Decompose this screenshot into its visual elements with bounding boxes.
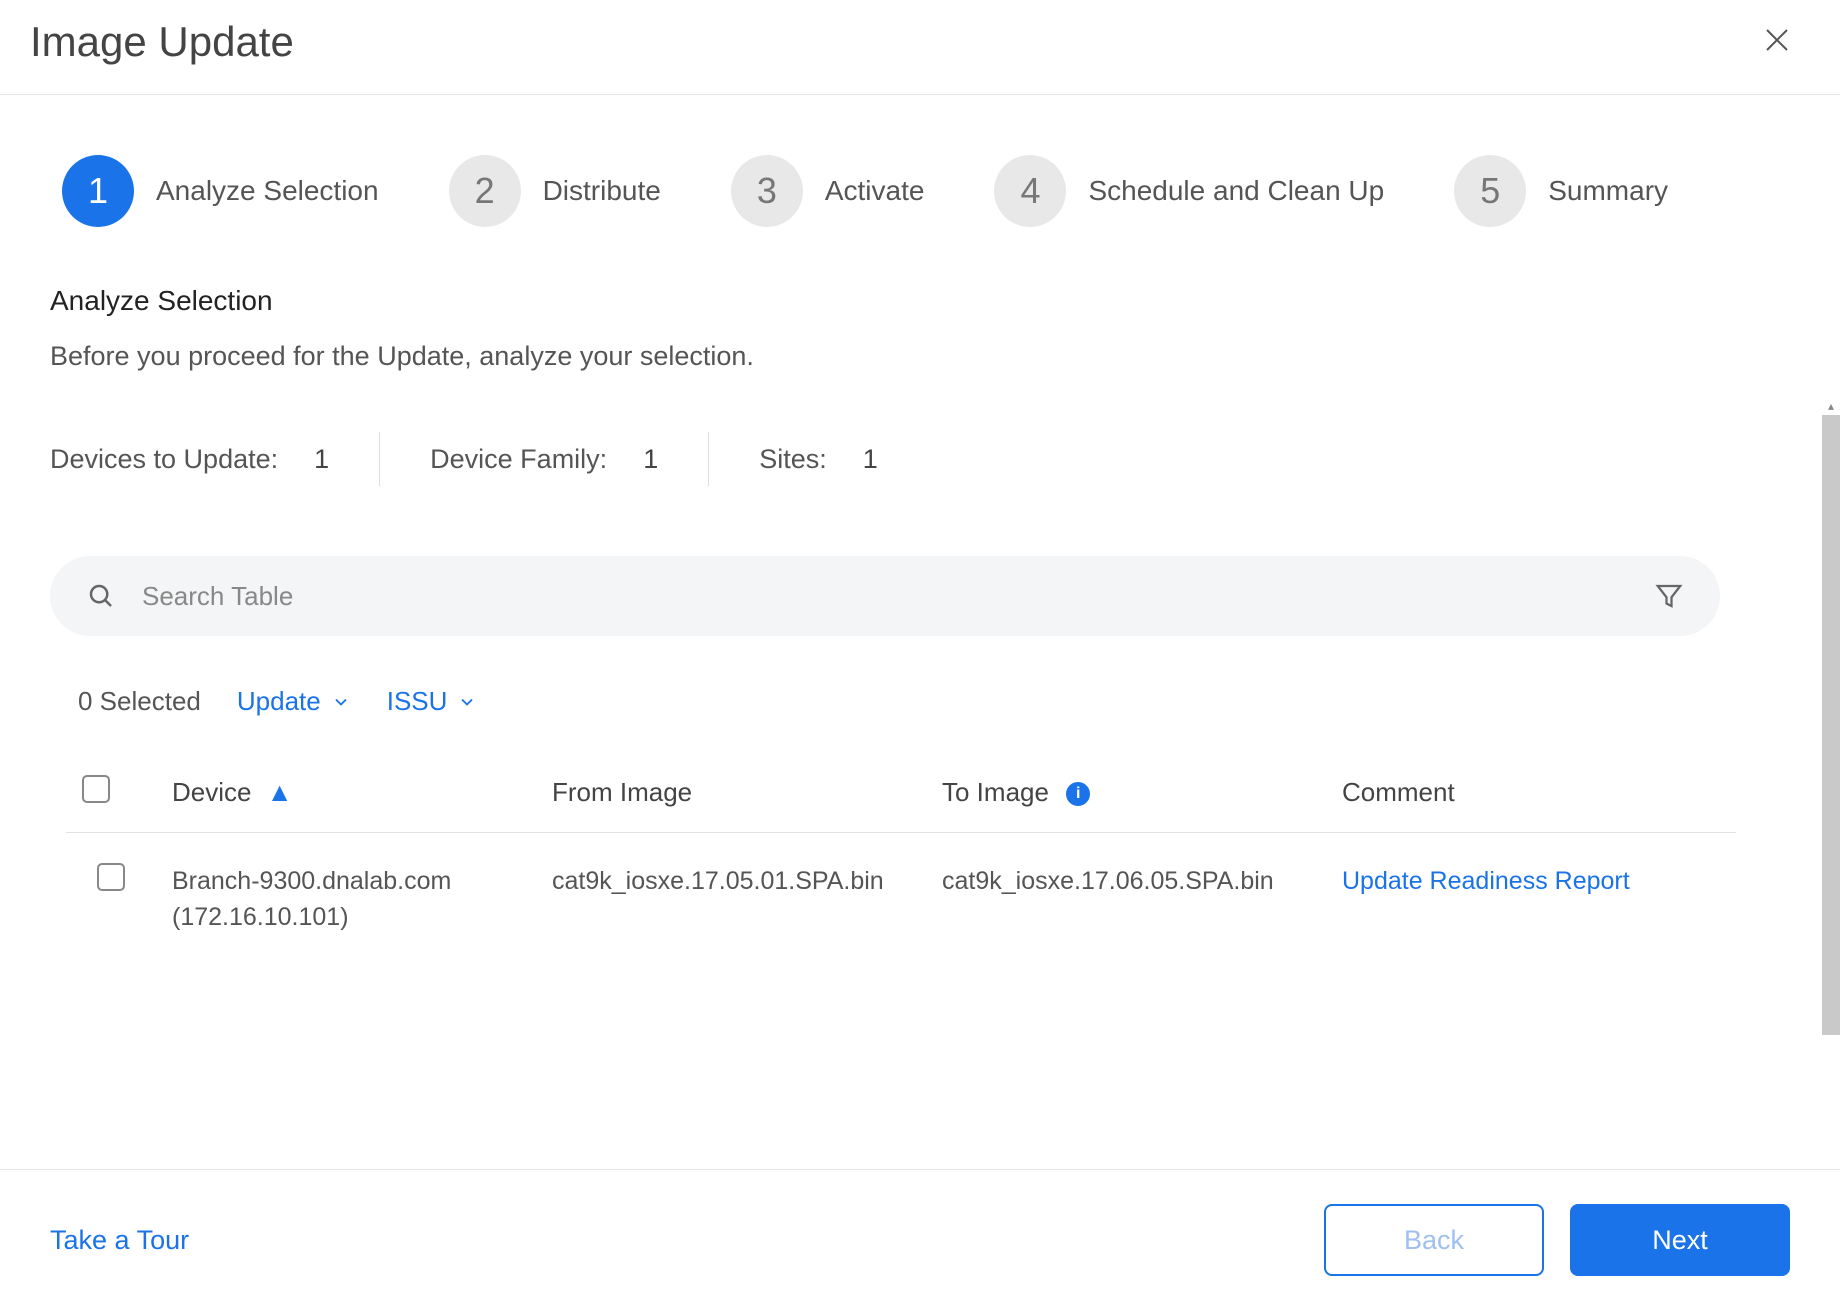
summary-label: Device Family: — [430, 444, 607, 475]
cell-from-image: cat9k_iosxe.17.05.01.SPA.bin — [536, 833, 926, 966]
table-toolbar: 0 Selected Update ISSU — [78, 686, 1790, 717]
cell-device: Branch-9300.dnalab.com (172.16.10.101) — [156, 833, 536, 966]
section-description: Before you proceed for the Update, analy… — [50, 341, 1790, 372]
summary-value: 1 — [314, 444, 329, 475]
selected-count: 0 Selected — [78, 686, 201, 717]
col-device[interactable]: Device ▲ — [156, 753, 536, 833]
section-title: Analyze Selection — [50, 285, 1790, 317]
image-update-modal: Image Update 1 Analyze Selection 2 Distr… — [0, 0, 1840, 1310]
step-label: Schedule and Clean Up — [1088, 175, 1384, 207]
search-icon — [86, 581, 116, 611]
col-from-image[interactable]: From Image — [536, 753, 926, 833]
step-label: Activate — [825, 175, 925, 207]
dropdown-label: Update — [237, 686, 321, 717]
sort-ascending-icon: ▲ — [267, 777, 293, 808]
scrollbar[interactable] — [1822, 415, 1840, 1035]
search-bar — [50, 556, 1720, 636]
chevron-down-icon — [457, 692, 477, 712]
select-all-header — [66, 753, 156, 833]
step-number: 4 — [994, 155, 1066, 227]
step-analyze-selection[interactable]: 1 Analyze Selection — [62, 155, 379, 227]
col-label: Device — [172, 777, 251, 807]
scroll-up-icon[interactable]: ▴ — [1824, 399, 1838, 413]
col-label: From Image — [552, 777, 692, 807]
step-label: Analyze Selection — [156, 175, 379, 207]
info-icon[interactable]: i — [1066, 782, 1090, 806]
modal-content: 1 Analyze Selection 2 Distribute 3 Activ… — [0, 95, 1840, 1169]
step-distribute[interactable]: 2 Distribute — [449, 155, 661, 227]
back-button[interactable]: Back — [1324, 1204, 1544, 1276]
step-number: 1 — [62, 155, 134, 227]
col-label: Comment — [1342, 777, 1455, 807]
search-input[interactable] — [140, 580, 1630, 613]
wizard-stepper: 1 Analyze Selection 2 Distribute 3 Activ… — [50, 95, 1790, 277]
update-dropdown[interactable]: Update — [237, 686, 351, 717]
step-number: 3 — [731, 155, 803, 227]
table-row: Branch-9300.dnalab.com (172.16.10.101) c… — [66, 833, 1736, 966]
col-label: To Image — [942, 777, 1049, 807]
modal-footer: Take a Tour Back Next — [0, 1169, 1840, 1310]
page-title: Image Update — [30, 18, 294, 66]
step-number: 2 — [449, 155, 521, 227]
filter-icon[interactable] — [1654, 581, 1684, 611]
dropdown-label: ISSU — [387, 686, 448, 717]
summary-family: Device Family: 1 — [380, 444, 708, 475]
chevron-down-icon — [331, 692, 351, 712]
row-checkbox[interactable] — [97, 863, 125, 891]
step-summary[interactable]: 5 Summary — [1454, 155, 1668, 227]
modal-header: Image Update — [0, 0, 1840, 95]
step-number: 5 — [1454, 155, 1526, 227]
step-label: Distribute — [543, 175, 661, 207]
update-readiness-report-link[interactable]: Update Readiness Report — [1342, 867, 1630, 895]
summary-label: Sites: — [759, 444, 827, 475]
device-table: Device ▲ From Image To Image i Comment — [66, 753, 1736, 966]
table-header-row: Device ▲ From Image To Image i Comment — [66, 753, 1736, 833]
summary-label: Devices to Update: — [50, 444, 278, 475]
col-to-image[interactable]: To Image i — [926, 753, 1326, 833]
step-label: Summary — [1548, 175, 1668, 207]
step-activate[interactable]: 3 Activate — [731, 155, 925, 227]
close-icon[interactable] — [1762, 25, 1792, 60]
summary-value: 1 — [863, 444, 878, 475]
summary-value: 1 — [643, 444, 658, 475]
summary-row: Devices to Update: 1 Device Family: 1 Si… — [50, 432, 1790, 486]
take-a-tour-link[interactable]: Take a Tour — [50, 1225, 189, 1256]
next-button[interactable]: Next — [1570, 1204, 1790, 1276]
step-schedule-cleanup[interactable]: 4 Schedule and Clean Up — [994, 155, 1384, 227]
cell-to-image: cat9k_iosxe.17.06.05.SPA.bin — [926, 833, 1326, 966]
select-all-checkbox[interactable] — [82, 775, 110, 803]
summary-sites: Sites: 1 — [709, 444, 928, 475]
issu-dropdown[interactable]: ISSU — [387, 686, 478, 717]
summary-devices: Devices to Update: 1 — [50, 444, 379, 475]
col-comment[interactable]: Comment — [1326, 753, 1736, 833]
